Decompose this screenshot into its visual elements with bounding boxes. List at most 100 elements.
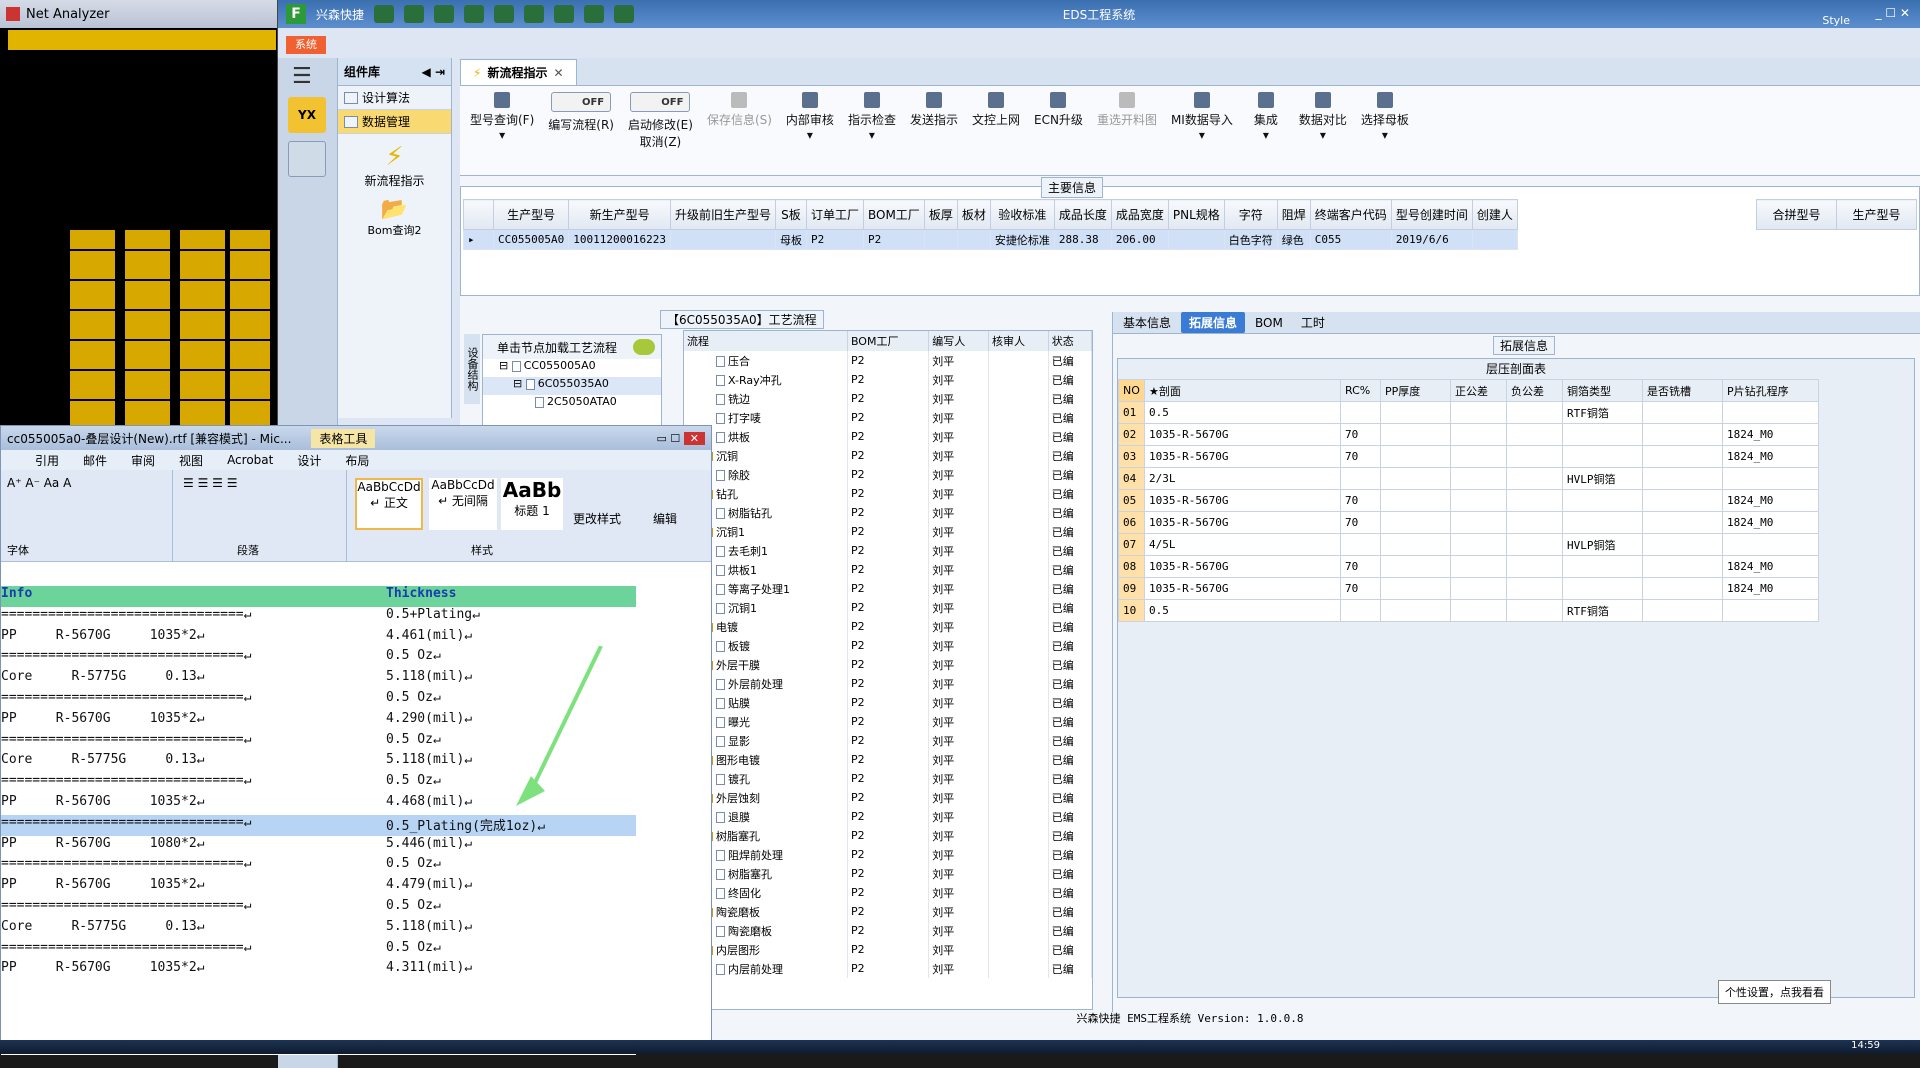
layer-cell[interactable] (1722, 533, 1819, 556)
window-controls[interactable]: ▭ ☐ ✕ (657, 431, 705, 445)
flow-row[interactable]: 烘板 P2 刘平 已编 (684, 427, 1093, 446)
mi-import-button[interactable]: MI数据导入 ▾ (1165, 92, 1239, 142)
main-info-cell[interactable]: P2 (862, 229, 925, 250)
main-info-header[interactable]: 新生产型号 (568, 199, 671, 230)
lib-item-design-algorithm[interactable]: 设计算法 (338, 86, 451, 110)
layer-cell[interactable]: 70 (1340, 423, 1381, 446)
save-info-button[interactable]: 保存信息(S) (701, 92, 778, 128)
word-titlebar[interactable]: cc055005a0-叠层设计(New).rtf [兼容模式] - Mic...… (1, 426, 711, 450)
layer-cell[interactable] (1506, 489, 1563, 512)
table-tools-tab[interactable]: 表格工具 (311, 428, 376, 448)
layer-cell[interactable]: 1824_M0 (1722, 555, 1819, 578)
toggle-off[interactable]: OFF (630, 92, 691, 112)
main-info-cell[interactable]: CC055005A0 (492, 229, 570, 250)
layer-cell[interactable] (1450, 511, 1507, 534)
main-info-cell[interactable]: 白色字符 (1223, 229, 1278, 250)
layer-header[interactable]: 负公差 (1506, 379, 1563, 402)
eds-titlebar[interactable]: EDS工程系统 F 兴森快捷 Style _ ☐ ✕ (278, 0, 1920, 28)
change-style-button[interactable]: 更改样式 (573, 510, 621, 527)
flow-row[interactable]: 陶瓷磨板 P2 刘平 已编 (684, 921, 1093, 940)
main-info-header[interactable]: S板 (774, 199, 807, 230)
lib-item-data-management[interactable]: 数据管理 (338, 110, 451, 134)
flow-row[interactable]: 沉铜1 P2 刘平 已编 (684, 598, 1093, 617)
layer-cell[interactable] (1506, 467, 1563, 490)
close-icon[interactable]: ✕ (553, 66, 563, 80)
flow-header[interactable]: 核审人 (988, 331, 1049, 351)
style-label[interactable]: Style (1822, 14, 1850, 27)
flow-row[interactable]: 曝光 P2 刘平 已编 (684, 712, 1093, 731)
tab-extended-info[interactable]: 拓展信息 (1181, 312, 1246, 333)
layer-cell[interactable] (1562, 445, 1643, 468)
layer-cell[interactable] (1380, 555, 1451, 578)
menu-acrobat[interactable]: Acrobat (227, 453, 273, 467)
main-info-cell[interactable] (1167, 229, 1225, 250)
layer-cell[interactable] (1380, 423, 1451, 446)
model-query-button[interactable]: 型号查询(F) ▾ (464, 92, 540, 142)
flow-row[interactable]: 退膜 P2 刘平 已编 (684, 807, 1093, 826)
doc-row[interactable]: PP R-5670G 1035*2↵ 4.479(mil)↵ (1, 877, 636, 898)
layer-cell[interactable] (1642, 577, 1723, 600)
flow-row[interactable]: 电镀 P2 刘平 已编 (684, 617, 1093, 636)
main-info-header[interactable]: 字符 (1223, 199, 1278, 230)
main-info-cell[interactable]: 10011200016223 (568, 229, 671, 250)
layer-cell[interactable] (1450, 423, 1507, 446)
layer-cell[interactable]: RTF铜箔 (1562, 401, 1643, 424)
layer-cell[interactable] (1340, 467, 1381, 490)
flow-header[interactable]: 编写人 (928, 331, 989, 351)
layer-cell[interactable]: 70 (1340, 577, 1381, 600)
flow-row[interactable]: 等离子处理1 P2 刘平 已编 (684, 579, 1093, 598)
data-compare-button[interactable]: 数据对比 ▾ (1293, 92, 1353, 142)
doc-row[interactable]: ===============================↵ 0.5 Oz↵ (1, 856, 636, 877)
layer-row[interactable]: 06 1035-R-5670G 70 1824_M0 (1118, 511, 1819, 534)
flow-row[interactable]: 外层前处理 P2 刘平 已编 (684, 674, 1093, 693)
layer-cell[interactable] (1506, 577, 1563, 600)
device-structure-tab[interactable]: 设备结构 (464, 334, 480, 404)
layer-header[interactable]: ★剖面 (1144, 379, 1341, 402)
main-info-cell[interactable] (923, 229, 958, 250)
doc-row[interactable]: ===============================↵ 0.5 Oz↵ (1, 940, 636, 961)
layer-header[interactable]: RC% (1340, 379, 1381, 402)
layer-header[interactable]: 是否铣槽 (1642, 379, 1723, 402)
menu-references[interactable]: 引用 (35, 452, 59, 469)
layer-cell[interactable] (1562, 577, 1643, 600)
layer-cell[interactable]: 1035-R-5670G (1144, 511, 1341, 534)
main-info-cell[interactable] (956, 229, 991, 250)
instruction-check-button[interactable]: 指示检查 ▾ (842, 92, 902, 142)
main-info-header[interactable]: 生产型号 (492, 199, 570, 230)
tab-work-hours[interactable]: 工时 (1293, 312, 1333, 333)
layer-cell[interactable]: RTF铜箔 (1562, 599, 1643, 622)
layer-row[interactable]: 09 1035-R-5670G 70 1824_M0 (1118, 577, 1819, 600)
layer-row[interactable]: 03 1035-R-5670G 70 1824_M0 (1118, 445, 1819, 468)
layer-cell[interactable] (1450, 467, 1507, 490)
flow-row[interactable]: 板镀 P2 刘平 已编 (684, 636, 1093, 655)
layer-cell[interactable] (1506, 423, 1563, 446)
layer-cell[interactable] (1642, 511, 1723, 534)
layer-cell[interactable]: 1035-R-5670G (1144, 577, 1341, 600)
layer-cell[interactable] (1506, 599, 1563, 622)
layer-cell[interactable] (1380, 577, 1451, 600)
layer-cell[interactable] (1380, 401, 1451, 424)
layer-cell[interactable] (1340, 533, 1381, 556)
main-info-header[interactable]: BOM工厂 (862, 199, 925, 230)
layer-cell[interactable] (1380, 489, 1451, 512)
layer-header[interactable]: NO (1118, 379, 1145, 402)
layer-cell[interactable]: 70 (1340, 511, 1381, 534)
layer-cell[interactable] (1642, 423, 1723, 446)
layer-cell[interactable] (1642, 489, 1723, 512)
menu-review[interactable]: 审阅 (131, 452, 155, 469)
layer-cell[interactable]: 70 (1340, 445, 1381, 468)
flow-row[interactable]: 贴膜 P2 刘平 已编 (684, 693, 1093, 712)
tree-node-root[interactable]: ⊟ CC055005A0 (483, 359, 661, 377)
ecn-upgrade-button[interactable]: ECN升级 (1028, 92, 1089, 128)
main-info-cell[interactable]: 288.38 (1053, 229, 1112, 250)
main-info-header[interactable]: 成品宽度 (1110, 199, 1169, 230)
main-info-header[interactable]: 板厚 (923, 199, 958, 230)
flow-header[interactable]: BOM工厂 (847, 331, 930, 351)
layer-cell[interactable]: 06 (1118, 511, 1145, 534)
style-heading1[interactable]: AaBb 标题 1 (501, 478, 563, 530)
select-mother-board-button[interactable]: 选择母板 ▾ (1355, 92, 1415, 142)
layer-cell[interactable] (1380, 467, 1451, 490)
doc-row[interactable]: ===============================↵ 0.5 Oz↵ (1, 898, 636, 919)
tree-node-leaf[interactable]: 2C5050ATA0 (483, 395, 661, 413)
layer-cell[interactable]: 01 (1118, 401, 1145, 424)
